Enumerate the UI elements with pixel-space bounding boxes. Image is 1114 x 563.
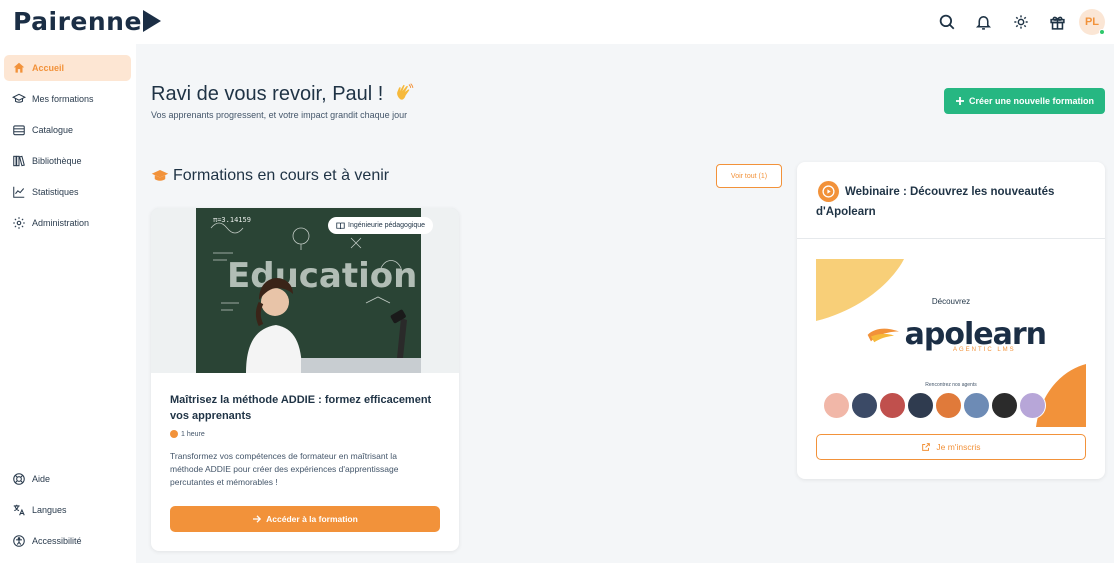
- graduation-cap-icon: [151, 170, 169, 181]
- home-icon: [13, 62, 25, 73]
- webinar-promo-image: Découvrez apolearn AGENTIC LMS Rencontre…: [816, 259, 1086, 427]
- sidebar-item-administration[interactable]: Administration: [4, 210, 131, 236]
- waving-hand-icon: [397, 83, 414, 100]
- apolearn-logo-mark: [867, 328, 899, 343]
- sidebar-item-label: Langues: [32, 505, 67, 515]
- sidebar-item-label: Administration: [32, 218, 90, 228]
- user-initials: PL: [1084, 16, 1100, 28]
- book-icon: [336, 222, 345, 229]
- logo-arrow-icon: [142, 10, 161, 32]
- course-description: Transformez vos compétences de formateur…: [170, 451, 399, 487]
- agent-avatar: [935, 392, 962, 419]
- agent-avatar: [1019, 392, 1046, 419]
- course-card[interactable]: π=3.14159 Education Ingénieurie pédagogi…: [151, 208, 459, 551]
- promo-meet-agents: Rencontrez nos agents: [925, 382, 977, 388]
- agent-avatar: [991, 392, 1018, 419]
- search-icon[interactable]: [928, 8, 965, 36]
- bell-icon[interactable]: [965, 8, 1002, 36]
- agent-avatar: [851, 392, 878, 419]
- external-link-icon: [922, 443, 931, 451]
- sidebar-item-label: Catalogue: [32, 125, 74, 135]
- agent-avatar: [879, 392, 906, 419]
- duration-label: 1 heure: [181, 430, 205, 438]
- webinar-card: Webinaire : Découvrez les nouveautés d'A…: [797, 162, 1105, 479]
- sun-icon[interactable]: [1002, 8, 1039, 36]
- page-title: Ravi de vous revoir, Paul !: [151, 82, 415, 106]
- chalkboard-word: Education: [227, 256, 417, 296]
- access-course-label: Accéder à la formation: [266, 514, 358, 524]
- catalog-icon: [13, 125, 25, 136]
- logo[interactable]: Pairenne: [13, 4, 161, 38]
- agent-avatar: [823, 392, 850, 419]
- create-formation-label: Créer une nouvelle formation: [968, 96, 1095, 106]
- course-thumbnail: π=3.14159 Education Ingénieurie pédagogi…: [151, 208, 459, 373]
- see-all-button[interactable]: Voir tout (1): [716, 164, 782, 188]
- category-badge: Ingénieurie pédagogique: [328, 217, 434, 234]
- sidebar-item-mes-formations[interactable]: Mes formations: [4, 86, 131, 112]
- chalk-formula: π=3.14159: [213, 216, 251, 224]
- user-avatar[interactable]: PL: [1079, 9, 1105, 35]
- sidebar-item-label: Statistiques: [32, 187, 79, 197]
- online-status-dot: [1099, 29, 1105, 35]
- page-subtitle: Vos apprenants progressent, et votre imp…: [151, 110, 408, 120]
- agent-avatar: [963, 392, 990, 419]
- sidebar-item-label: Accessibilité: [32, 536, 82, 546]
- category-label: Ingénieurie pédagogique: [348, 222, 426, 229]
- register-button[interactable]: Je m'inscris: [816, 434, 1086, 460]
- create-formation-button[interactable]: Créer une nouvelle formation: [944, 88, 1105, 114]
- webinar-title: Webinaire : Découvrez les nouveautés d'A…: [816, 186, 1055, 218]
- clock-icon: [170, 430, 178, 438]
- register-label: Je m'inscris: [936, 442, 981, 452]
- library-icon: [13, 155, 25, 167]
- sidebar-item-accueil[interactable]: Accueil: [4, 55, 131, 81]
- sidebar-item-accessibilite[interactable]: Accessibilité: [4, 528, 131, 554]
- agent-avatar: [907, 392, 934, 419]
- section-title: Formations en cours et à venir: [151, 167, 389, 185]
- welcome-text: Ravi de vous revoir, Paul !: [151, 83, 384, 105]
- help-icon: [13, 473, 25, 485]
- sidebar-item-label: Accueil: [32, 63, 65, 73]
- top-bar: Pairenne PL: [0, 0, 1114, 44]
- section-title-text: Formations en cours et à venir: [173, 167, 390, 184]
- course-duration: 1 heure: [170, 430, 205, 438]
- sidebar-item-catalogue[interactable]: Catalogue: [4, 117, 131, 143]
- plus-icon: [955, 97, 964, 105]
- sidebar-item-label: Aide: [32, 474, 51, 484]
- brand-name: Pairenne: [13, 6, 142, 36]
- sidebar-item-label: Mes formations: [32, 94, 94, 104]
- top-actions: PL: [928, 8, 1105, 36]
- language-icon: [13, 504, 25, 516]
- sidebar: Accueil Mes formations Catalogue Bibliot…: [0, 44, 136, 563]
- sidebar-item-bibliotheque[interactable]: Bibliothèque: [4, 148, 131, 174]
- course-title[interactable]: Maîtrisez la méthode ADDIE : formez effi…: [170, 392, 440, 424]
- sidebar-item-langues[interactable]: Langues: [4, 497, 131, 523]
- access-course-button[interactable]: Accéder à la formation: [170, 506, 440, 532]
- sidebar-item-aide[interactable]: Aide: [4, 466, 131, 492]
- webinar-header: Webinaire : Découvrez les nouveautés d'A…: [797, 162, 1105, 239]
- arrow-right-icon: [253, 515, 262, 523]
- agent-avatars: [823, 392, 1046, 419]
- chart-line-icon: [13, 186, 25, 198]
- graduation-cap-icon: [12, 93, 26, 103]
- sidebar-item-statistiques[interactable]: Statistiques: [4, 179, 131, 205]
- sidebar-item-label: Bibliothèque: [32, 156, 82, 166]
- promo-discover: Découvrez: [931, 297, 971, 306]
- promo-tagline: AGENTIC LMS: [953, 347, 1016, 353]
- gift-icon[interactable]: [1039, 8, 1076, 36]
- gear-icon: [13, 217, 25, 229]
- accessibility-icon: [13, 535, 25, 547]
